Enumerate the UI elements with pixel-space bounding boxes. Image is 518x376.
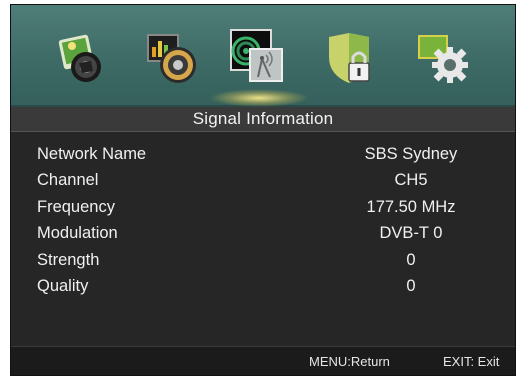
- info-row-channel: Channel CH5: [11, 171, 515, 197]
- info-row-modulation: Modulation DVB-T 0: [11, 224, 515, 250]
- exit-hint: EXIT: Exit: [443, 354, 500, 369]
- info-row-quality: Quality 0: [11, 277, 515, 303]
- title-bar: Signal Information: [11, 107, 515, 132]
- info-label: Network Name: [37, 145, 147, 163]
- info-value: 0: [406, 250, 416, 269]
- picture-icon[interactable]: [55, 31, 111, 87]
- signal-info-list: Network Name SBS Sydney Channel CH5 Freq…: [11, 145, 515, 303]
- info-label: Strength: [37, 250, 100, 269]
- channel-icon[interactable]: [230, 29, 286, 85]
- info-label: Channel: [37, 171, 99, 190]
- info-value: CH5: [394, 171, 428, 190]
- info-value: DVB-T 0: [379, 224, 443, 243]
- info-row-strength: Strength 0: [11, 251, 515, 277]
- info-value: 0: [406, 276, 416, 295]
- info-label: Modulation: [37, 224, 118, 243]
- selected-indicator-glow: [209, 89, 309, 107]
- info-value: 177.50 MHz: [366, 197, 456, 216]
- info-row-frequency: Frequency 177.50 MHz: [11, 198, 515, 224]
- menu-icon-bar: [11, 5, 515, 107]
- info-value: SBS Sydney: [364, 145, 458, 163]
- osd-menu: Signal Information Network Name SBS Sydn…: [10, 4, 516, 376]
- info-label: Quality: [37, 276, 89, 295]
- info-row-network-name: Network Name SBS Sydney: [11, 145, 515, 171]
- lock-icon[interactable]: [325, 31, 381, 87]
- setup-icon[interactable]: [416, 31, 472, 87]
- page-title: Signal Information: [192, 109, 334, 128]
- sound-icon[interactable]: [146, 31, 202, 87]
- info-label: Frequency: [37, 197, 115, 216]
- menu-return-hint: MENU:Return: [309, 354, 390, 369]
- footer-hints: MENU:Return EXIT: Exit: [11, 346, 515, 375]
